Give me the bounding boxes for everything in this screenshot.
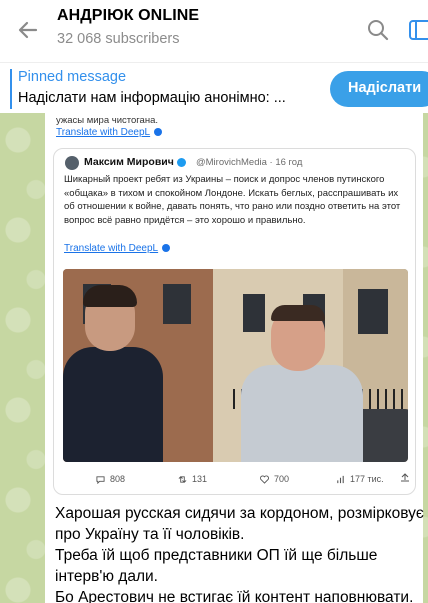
back-arrow-icon[interactable] xyxy=(14,16,42,44)
tweet-translate-link[interactable]: Translate with DeepL xyxy=(64,243,171,254)
tweet-video-frame[interactable] xyxy=(63,269,408,462)
retweet-count[interactable]: 131 xyxy=(178,474,207,484)
chat-header: АНДРІЮК ONLINE 32 068 subscribers xyxy=(0,0,428,62)
verified-icon xyxy=(176,157,186,167)
retweet-value: 131 xyxy=(192,474,208,484)
message-line: Харошая русская сидячи за кордоном, розм… xyxy=(55,505,424,522)
retweet-icon xyxy=(178,476,187,483)
person-center-body xyxy=(241,365,363,462)
tweet-author: Максим Мирович xyxy=(84,156,186,168)
deepl-icon xyxy=(162,244,171,253)
views-icon xyxy=(337,476,344,484)
side-panel-icon[interactable] xyxy=(408,17,428,43)
window xyxy=(163,284,191,324)
tweet-handle-time: @MirovichMedia · 16 год xyxy=(196,157,303,168)
tweet-body: Шикарный проект ребят из Украины – поиск… xyxy=(64,174,401,226)
snippet-translate-label: Translate with DeepL xyxy=(56,127,151,138)
pinned-indicator xyxy=(10,69,12,109)
subscriber-count: 32 068 subscribers xyxy=(57,31,180,47)
snippet-translate-link[interactable]: Translate with DeepL xyxy=(56,127,163,138)
message-bubble[interactable]: ужасы мира чистогана. Translate with Dee… xyxy=(45,113,424,603)
snippet-text: ужасы мира чистогана. xyxy=(56,115,158,126)
message-text: Харошая русская сидячи за кордоном, розм… xyxy=(55,503,424,603)
comment-icon xyxy=(96,476,105,485)
message-line: про Україну та її чоловіків. xyxy=(55,526,245,543)
pinned-message-bar[interactable]: Pinned message Надіслати нам інформацію … xyxy=(0,62,428,113)
avatar xyxy=(65,156,79,170)
embedded-tweet[interactable]: Максим Мирович @MirovichMedia · 16 год Ш… xyxy=(53,148,416,495)
pinned-action-button[interactable]: Надіслати xyxy=(330,71,428,107)
search-icon[interactable] xyxy=(365,17,391,43)
share-icon[interactable] xyxy=(400,473,410,483)
person-left xyxy=(63,285,163,462)
like-icon xyxy=(260,475,269,484)
pinned-label: Pinned message xyxy=(18,69,127,85)
tweet-author-name: Максим Мирович xyxy=(84,156,174,168)
pinned-text: Надіслати нам інформацію анонімно: ... xyxy=(18,90,286,106)
message-line: інтерв'ю дали. xyxy=(55,568,158,585)
chat-area: ужасы мира чистогана. Translate with Dee… xyxy=(0,113,428,603)
person-center xyxy=(241,305,363,462)
comment-count[interactable]: 808 xyxy=(96,474,126,485)
like-count[interactable]: 700 xyxy=(260,474,289,484)
tweet-stats: 808 131 700 177 тис. xyxy=(54,471,415,489)
view-count[interactable]: 177 тис. xyxy=(336,474,384,484)
channel-title[interactable]: АНДРІЮК ONLINE xyxy=(57,7,199,25)
message-line: Бо Арестович не встигає їй контент напов… xyxy=(55,589,414,603)
person-left-body xyxy=(63,347,163,462)
person-left-hair xyxy=(83,285,137,307)
person-center-hair xyxy=(271,305,325,321)
comment-value: 808 xyxy=(110,474,126,484)
views-value: 177 тис. xyxy=(350,474,384,484)
tweet-translate-label: Translate with DeepL xyxy=(64,243,159,254)
message-line: Треба їй щоб представники ОП їй ще більш… xyxy=(55,547,378,564)
deepl-icon xyxy=(154,128,163,137)
like-value: 700 xyxy=(274,474,290,484)
